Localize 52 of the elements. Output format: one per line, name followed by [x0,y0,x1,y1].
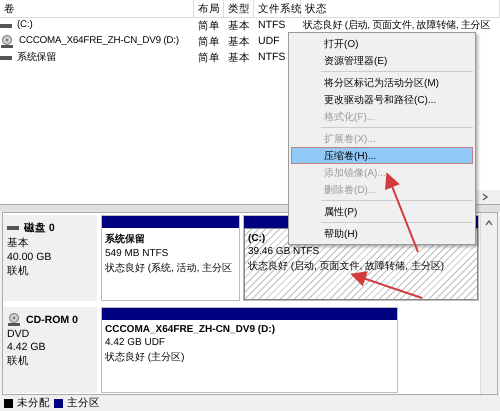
menu-item[interactable]: 压缩卷(H)... [291,147,473,164]
table-cell-text: 基本 [227,35,251,50]
disk-size: 4.42 GB [7,341,47,353]
table-cell-text: 简单 [197,51,221,66]
menu-item[interactable]: 将分区标记为活动分区(M) [291,74,473,91]
disk-state: 联机 [7,264,30,278]
disc-drive-icon [7,313,21,327]
disk-type: DVD [7,328,30,340]
disk-size: 40.00 GB [7,251,52,263]
partition-status: 状态良好 (启动, 页面文件, 故障转储, 主分区) [248,260,444,273]
table-cell-text: 简单 [197,35,221,50]
partition-status: 状态良好 (主分区) [105,350,184,364]
table-cell-text: 状态良好 (启动, 页面文件, 故障转储, 主分区 [302,18,492,33]
column-header[interactable]: 文件系统 [254,0,301,18]
legend-label: 主分区 [67,396,100,410]
table-cell-text: 系统保留 [16,50,56,65]
column-header[interactable]: 类型 [224,0,254,18]
disk-state: 联机 [7,354,30,368]
drive-icon [0,55,12,61]
partition-name: (C:) [248,233,266,244]
partition-status: 状态良好 (系统, 活动, 主分区 [105,262,232,275]
partition-name: 系统保留 [105,232,145,246]
table-cell-text: (C:) [16,18,33,32]
table-cell-text: 基本 [227,19,251,34]
table-cell-text: CCCOMA_X64FRE_ZH-CN_DV9 (D:) [18,34,179,48]
column-header[interactable]: 状态 [301,0,500,18]
disk-type: 基本 [7,236,30,250]
table-cell-text: 简单 [197,19,221,34]
table-cell-text: UDF [257,34,281,49]
partition-size: 4.42 GB UDF [105,337,166,348]
disk-name: CD-ROM 0 [26,314,78,326]
disc-drive-icon [0,35,14,49]
menu-item[interactable]: 帮助(H) [291,225,473,242]
legend-label: 未分配 [17,396,50,410]
drive-icon [7,225,19,231]
partition-block[interactable]: CCCOMA_X64FRE_ZH-CN_DV9 (D:) 4.42 GB UDF 状态良好 (主分区) [101,307,398,393]
column-header[interactable]: 布局 [194,0,224,18]
drive-icon [0,23,12,29]
table-cell-text: NTFS [257,18,286,33]
column-header[interactable]: 卷 [0,0,194,18]
partition-size: 549 MB NTFS [105,248,168,259]
disk-name: 磁盘 0 [24,221,55,235]
partition-block[interactable]: 系统保留 549 MB NTFS 状态良好 (系统, 活动, 主分区 [101,215,240,301]
menu-item[interactable]: 资源管理器(E) [291,52,473,69]
partition-size: 39.46 GB NTFS [248,246,320,257]
scroll-up-icon[interactable] [485,219,493,227]
table-cell-text: 基本 [227,51,251,66]
menu-item[interactable]: 打开(O) [291,35,473,52]
partition-name: CCCOMA_X64FRE_ZH-CN_DV9 (D:) [105,324,276,335]
menu-item[interactable]: 更改驱动器号和路径(C)... [291,91,473,108]
table-cell-text: NTFS [257,50,286,65]
scroll-right-icon[interactable] [481,193,489,201]
